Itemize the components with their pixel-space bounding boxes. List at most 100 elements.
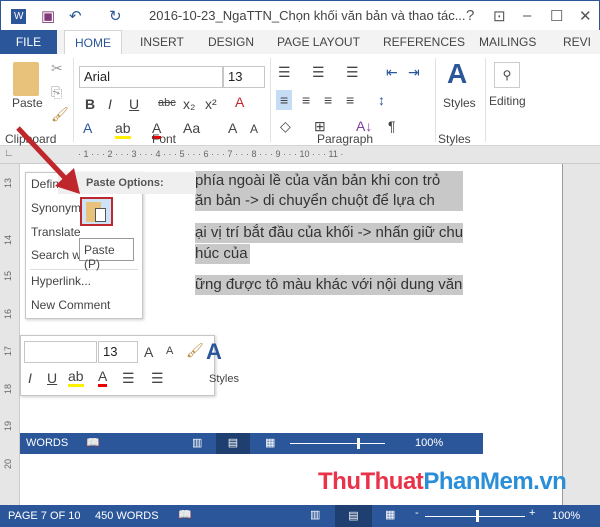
- web-layout-icon[interactable]: ▦: [385, 508, 395, 521]
- mini-grow-font-icon[interactable]: A: [144, 344, 153, 360]
- find-icon[interactable]: ⚲: [494, 62, 520, 88]
- ribbon-tabs: FILE HOME INSERT DESIGN PAGE LAYOUT REFE…: [0, 30, 600, 55]
- clear-formatting-icon[interactable]: A: [235, 94, 244, 110]
- undo-icon[interactable]: ↶: [69, 7, 82, 25]
- bullets-icon[interactable]: ☰: [278, 64, 291, 81]
- increase-indent-icon[interactable]: ⇥: [408, 64, 420, 81]
- mini-highlight-icon[interactable]: ab: [68, 368, 84, 387]
- print-layout-icon[interactable]: ▤: [335, 505, 372, 527]
- menu-item-search-with[interactable]: Search with: [31, 248, 81, 262]
- tab-mailings[interactable]: MAILINGS: [469, 30, 546, 54]
- mini-font-size-input[interactable]: 13: [98, 341, 138, 363]
- highlight-icon[interactable]: ab: [115, 120, 131, 139]
- ribbon-display-icon[interactable]: ⊡: [493, 7, 506, 25]
- read-mode-icon[interactable]: ▥: [310, 508, 320, 521]
- document-line: ăn bản -> di chuyển chuột để lựa ch: [195, 191, 463, 211]
- read-mode-icon[interactable]: ▥: [192, 436, 202, 449]
- page-indicator[interactable]: PAGE 7 OF 10: [8, 510, 81, 522]
- tab-review[interactable]: REVI: [553, 30, 600, 54]
- group-label-font: Font: [152, 132, 177, 146]
- underline-button[interactable]: U: [129, 96, 139, 112]
- redo-icon[interactable]: ↻: [109, 7, 122, 25]
- align-left-icon[interactable]: ≡: [276, 90, 293, 110]
- menu-item-hyperlink[interactable]: Hyperlink...: [31, 274, 91, 288]
- numbering-icon[interactable]: ☰: [312, 64, 325, 81]
- zoom-level[interactable]: 100%: [552, 510, 580, 522]
- mini-bullets-icon[interactable]: ☰: [122, 370, 135, 387]
- mini-italic-button[interactable]: I: [28, 370, 32, 386]
- tab-insert[interactable]: INSERT: [130, 30, 194, 54]
- watermark: ThuThuatPhanMem.vn: [318, 468, 567, 495]
- superscript-button[interactable]: x²: [205, 96, 217, 112]
- center-icon[interactable]: ≡: [302, 92, 310, 108]
- copy-icon[interactable]: ⎘: [51, 84, 62, 101]
- tab-page-layout[interactable]: PAGE LAYOUT: [267, 30, 370, 54]
- document-line: ững được tô màu khác với nội dung văn bả: [195, 275, 463, 295]
- mini-toolbar: 13 A A 🖌 I U ab A ☰ ☰ A Styles: [20, 335, 239, 396]
- red-arrow-annotation: [16, 126, 80, 194]
- web-layout-icon[interactable]: ▦: [265, 436, 275, 449]
- mini-styles-icon[interactable]: A: [206, 339, 222, 365]
- justify-icon[interactable]: ≡: [346, 92, 354, 108]
- mini-font-color-icon[interactable]: A: [98, 368, 108, 387]
- italic-button[interactable]: I: [108, 96, 112, 112]
- save-icon[interactable]: ▣: [41, 7, 55, 25]
- mini-underline-button[interactable]: U: [47, 370, 57, 386]
- multilevel-list-icon[interactable]: ☰: [346, 64, 359, 81]
- menu-item-translate[interactable]: Translate: [31, 225, 81, 239]
- document-line: phía ngoài lề của văn bản khi con trỏ: [195, 171, 463, 191]
- minimize-button[interactable]: –: [523, 7, 531, 24]
- tab-home[interactable]: HOME: [64, 30, 122, 55]
- zoom-in-button[interactable]: +: [529, 507, 535, 519]
- styles-button[interactable]: Styles: [443, 96, 476, 110]
- tab-design[interactable]: DESIGN: [198, 30, 264, 54]
- tab-file[interactable]: FILE: [0, 30, 57, 54]
- tooltip: Paste (P): [79, 238, 134, 271]
- word-count[interactable]: 450 WORDS: [95, 510, 159, 522]
- document-line: ại vị trí bắt đầu của khối -> nhấn giữ c…: [195, 223, 463, 243]
- strikethrough-button[interactable]: abc: [158, 97, 176, 109]
- maximize-button[interactable]: ☐: [550, 7, 563, 25]
- mini-styles-button[interactable]: Styles: [209, 373, 239, 385]
- vertical-ruler[interactable]: 13 14 15 16 17 18 19 20: [0, 164, 20, 505]
- proofing-icon[interactable]: 📖: [178, 508, 192, 521]
- styles-icon[interactable]: A: [447, 58, 467, 90]
- subscript-button[interactable]: x₂: [183, 96, 195, 112]
- group-label-paragraph: Paragraph: [317, 132, 374, 146]
- mini-numbering-icon[interactable]: ☰: [151, 370, 164, 387]
- mini-format-painter-icon[interactable]: 🖌: [186, 342, 204, 359]
- zoom-out-button[interactable]: -: [415, 507, 419, 519]
- mini-font-name-input[interactable]: [24, 341, 97, 363]
- word-logo-icon: W: [11, 9, 27, 24]
- window-title: 2016-10-23_NgaTTN_Chọn khối văn bản và t…: [149, 8, 466, 23]
- grow-font-icon[interactable]: A: [228, 120, 237, 136]
- close-button[interactable]: ✕: [579, 7, 592, 25]
- zoom-slider[interactable]: [425, 516, 525, 517]
- align-right-icon[interactable]: ≡: [324, 92, 332, 108]
- print-layout-icon[interactable]: ▤: [216, 433, 250, 454]
- show-formatting-icon[interactable]: ¶: [388, 118, 396, 134]
- line-spacing-icon[interactable]: ↕: [378, 92, 385, 108]
- change-case-button[interactable]: Aa: [183, 120, 200, 136]
- font-name-input[interactable]: Arial: [79, 66, 223, 88]
- group-label-styles: Styles: [438, 132, 471, 146]
- cut-icon[interactable]: ✂: [51, 60, 63, 77]
- proofing-icon[interactable]: 📖: [86, 436, 100, 449]
- bold-button[interactable]: B: [85, 96, 95, 112]
- menu-item-new-comment[interactable]: New Comment: [31, 298, 110, 312]
- mini-shrink-font-icon[interactable]: A: [166, 345, 173, 357]
- status-bar: PAGE 7 OF 10 450 WORDS 📖 ▥ ▤ ▦ - + 100%: [0, 505, 600, 527]
- nested-status-bar: WORDS 📖 ▥ ▤ ▦ 100%: [20, 433, 483, 454]
- decrease-indent-icon[interactable]: ⇤: [386, 64, 398, 81]
- editing-button[interactable]: Editing: [489, 94, 526, 108]
- zoom-slider[interactable]: [290, 443, 385, 444]
- shading-icon[interactable]: ◇: [280, 118, 291, 135]
- font-size-input[interactable]: 13: [223, 66, 265, 88]
- document-line: húc của khối.: [195, 244, 250, 264]
- shrink-font-icon[interactable]: A: [250, 122, 258, 136]
- paste-button[interactable]: Paste: [12, 96, 43, 110]
- tab-references[interactable]: REFERENCES: [373, 30, 475, 54]
- title-bar: W ▣ ↶ ↻ 2016-10-23_NgaTTN_Chọn khối văn …: [0, 0, 600, 30]
- paste-icon[interactable]: [13, 62, 39, 96]
- help-button[interactable]: ?: [466, 7, 474, 24]
